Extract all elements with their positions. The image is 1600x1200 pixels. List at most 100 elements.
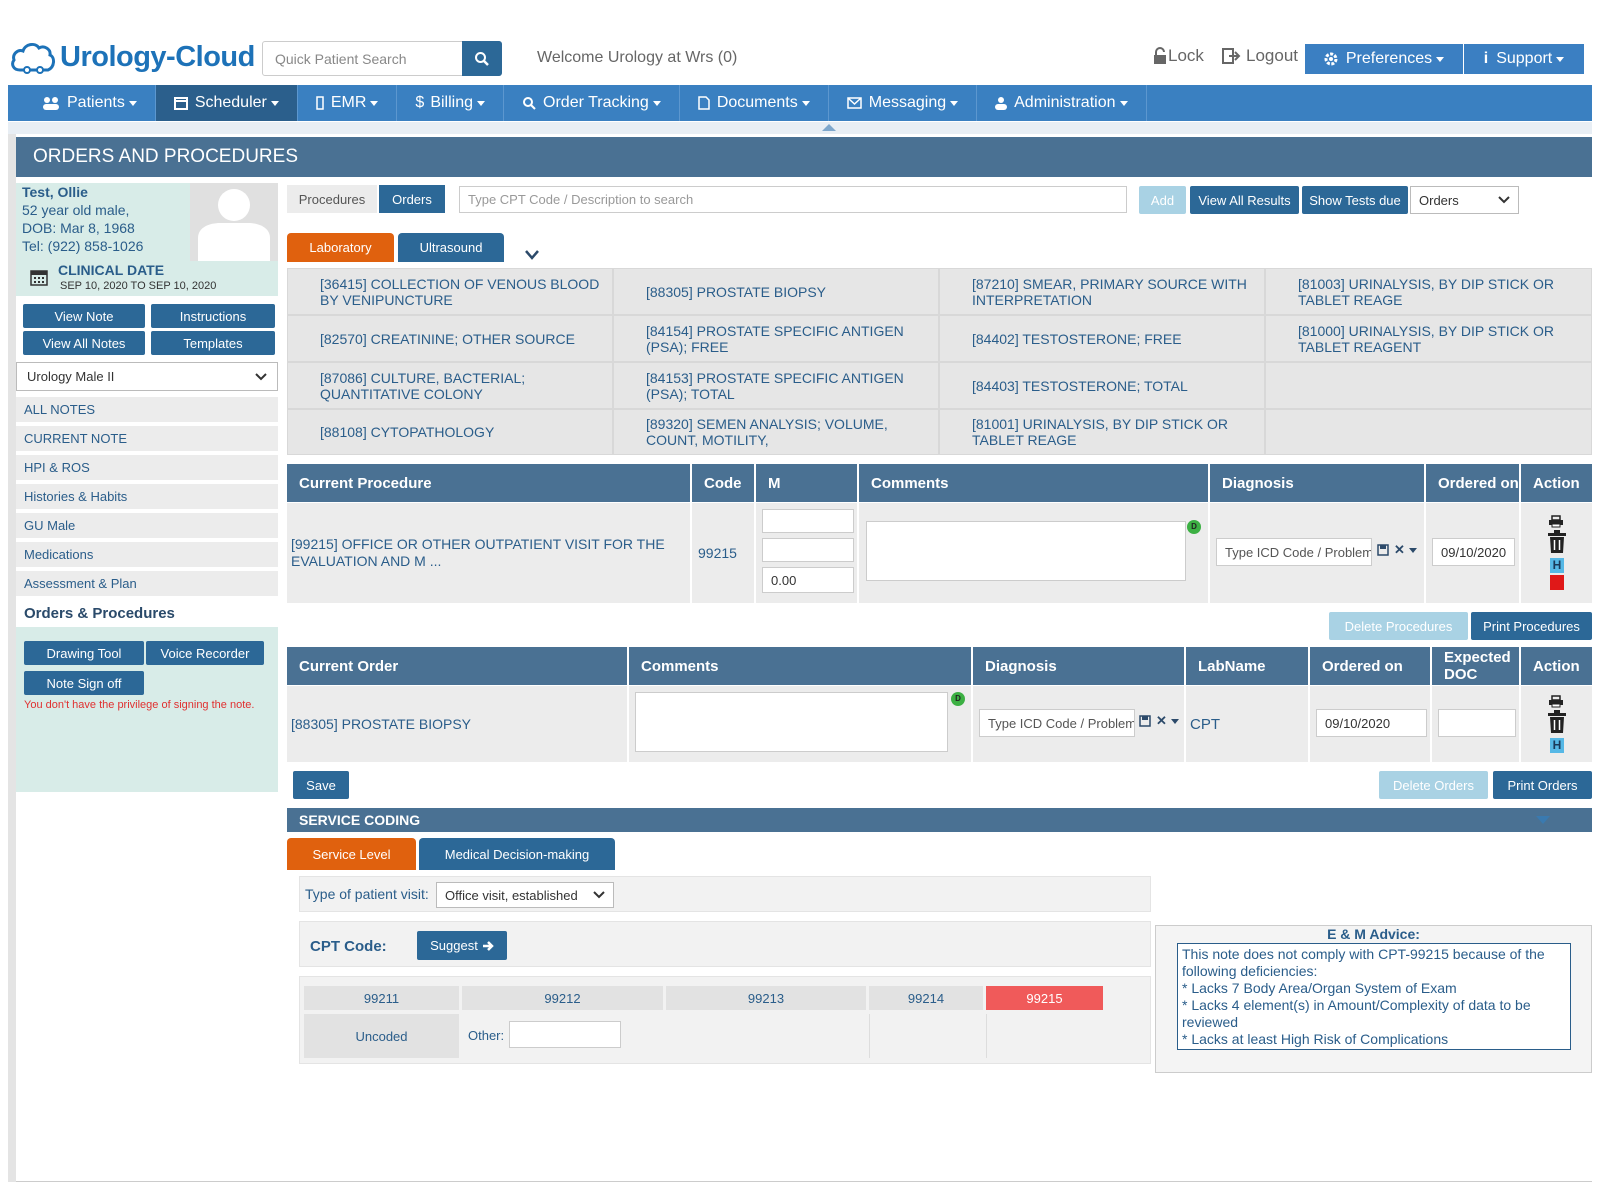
cpt-search-input[interactable]: [459, 186, 1127, 213]
more-tabs-chevron[interactable]: [525, 247, 539, 265]
left-nav-assessment-plan[interactable]: Assessment & Plan: [16, 571, 278, 596]
clear-icon[interactable]: ✕: [1394, 542, 1405, 558]
service-coding-header[interactable]: SERVICE CODING: [287, 808, 1592, 832]
lab-item[interactable]: [89320] SEMEN ANALYSIS; VOLUME, COUNT, M…: [614, 410, 938, 454]
cpt-code-99212[interactable]: 99212: [462, 986, 663, 1010]
left-nav-current-note[interactable]: CURRENT NOTE: [16, 426, 278, 451]
lab-item[interactable]: [84153] PROSTATE SPECIFIC ANTIGEN (PSA);…: [614, 363, 938, 408]
collapse-icon[interactable]: [1536, 816, 1550, 824]
order-ordered-on-input[interactable]: 09/10/2020: [1316, 709, 1427, 737]
view-all-notes-button[interactable]: View All Notes: [23, 331, 145, 355]
lab-item[interactable]: [82570] CREATININE; OTHER SOURCE: [288, 316, 612, 361]
search-button[interactable]: [462, 41, 502, 76]
show-tests-due-button[interactable]: Show Tests due: [1302, 186, 1408, 214]
template-select[interactable]: Urology Male II: [16, 362, 278, 391]
cpt-code-99215-selected[interactable]: 99215: [986, 986, 1103, 1010]
note-sign-off-button[interactable]: Note Sign off: [24, 671, 144, 695]
nav-emr[interactable]: EMR: [298, 85, 398, 121]
app-logo[interactable]: Urology-Cloud: [10, 36, 255, 78]
cpt-code-99211[interactable]: 99211: [304, 986, 459, 1010]
modifier-input-1[interactable]: [762, 509, 854, 533]
modifier-input-3[interactable]: 0.00: [762, 567, 854, 593]
history-badge[interactable]: H: [1550, 558, 1564, 573]
procedure-name-link[interactable]: [99215] OFFICE OR OTHER OUTPATIENT VISIT…: [291, 536, 690, 570]
nav-patients[interactable]: Patients: [8, 85, 156, 121]
procedure-diagnosis-input[interactable]: Type ICD Code / Problem: [1216, 538, 1372, 566]
instructions-button[interactable]: Instructions: [151, 304, 275, 328]
trash-icon[interactable]: [1547, 710, 1567, 739]
nav-scheduler[interactable]: Scheduler: [155, 85, 298, 121]
collapse-nav-toggle[interactable]: [822, 124, 836, 131]
lab-item[interactable]: [87210] SMEAR, PRIMARY SOURCE WITH INTER…: [940, 269, 1264, 314]
nav-billing[interactable]: $ Billing: [397, 85, 505, 121]
order-name-link[interactable]: [88305] PROSTATE BIOPSY: [291, 716, 471, 733]
lab-item[interactable]: [84402] TESTOSTERONE; FREE: [940, 316, 1264, 361]
cpt-code-99214[interactable]: 99214: [869, 986, 983, 1010]
save-icon[interactable]: [1139, 715, 1151, 727]
tab-procedures[interactable]: Procedures: [287, 185, 377, 213]
lab-item[interactable]: [84403] TESTOSTERONE; TOTAL: [940, 363, 1264, 408]
lab-item[interactable]: [36415] COLLECTION OF VENOUS BLOOD BY VE…: [288, 269, 612, 314]
visit-type-select[interactable]: Office visit, established: [436, 882, 614, 908]
procedure-ordered-on-input[interactable]: 09/10/2020: [1432, 538, 1515, 566]
view-note-button[interactable]: View Note: [23, 304, 145, 328]
delete-orders-button[interactable]: Delete Orders: [1379, 771, 1488, 799]
print-orders-button[interactable]: Print Orders: [1493, 771, 1592, 799]
nav-administration[interactable]: Administration: [977, 85, 1147, 121]
print-procedures-button[interactable]: Print Procedures: [1471, 612, 1592, 640]
cpt-code-99213[interactable]: 99213: [666, 986, 866, 1010]
lab-item[interactable]: [88305] PROSTATE BIOPSY: [614, 269, 938, 314]
view-all-results-button[interactable]: View All Results: [1190, 186, 1299, 214]
tab-medical-decision-making[interactable]: Medical Decision-making: [419, 838, 615, 870]
left-nav-medications[interactable]: Medications: [16, 542, 278, 567]
voice-recorder-button[interactable]: Voice Recorder: [146, 641, 264, 665]
nav-messaging[interactable]: Messaging: [829, 85, 978, 121]
tab-service-level[interactable]: Service Level: [287, 838, 416, 870]
dictation-badge-icon[interactable]: D: [1187, 520, 1201, 534]
order-diagnosis-actions: ✕: [1139, 713, 1179, 729]
clear-icon[interactable]: ✕: [1156, 713, 1167, 729]
alert-flag[interactable]: [1550, 575, 1564, 590]
lab-item[interactable]: [88108] CYTOPATHOLOGY: [288, 410, 612, 454]
uncoded-option[interactable]: Uncoded: [304, 1014, 459, 1058]
other-code-input[interactable]: [509, 1021, 621, 1048]
save-icon[interactable]: [1377, 544, 1389, 556]
nav-order-tracking[interactable]: Order Tracking: [504, 85, 680, 121]
lab-item[interactable]: [84154] PROSTATE SPECIFIC ANTIGEN (PSA);…: [614, 316, 938, 361]
modifier-input-2[interactable]: [762, 538, 854, 562]
lock-link[interactable]: Lock: [1152, 46, 1204, 66]
left-nav-gu-male[interactable]: GU Male: [16, 513, 278, 538]
delete-procedures-button[interactable]: Delete Procedures: [1329, 612, 1468, 640]
add-button[interactable]: Add: [1139, 186, 1186, 214]
nav-documents[interactable]: Documents: [680, 85, 829, 121]
procedure-comments-textarea[interactable]: [866, 521, 1186, 581]
orders-select[interactable]: Orders: [1410, 186, 1519, 214]
left-nav-orders-procedures[interactable]: Orders & Procedures: [16, 599, 278, 627]
chevron-down-icon[interactable]: [1170, 718, 1179, 724]
tab-laboratory[interactable]: Laboratory: [287, 233, 394, 262]
templates-button[interactable]: Templates: [151, 331, 275, 355]
support-menu[interactable]: i Support: [1464, 44, 1584, 74]
order-comments-textarea[interactable]: [635, 692, 948, 752]
suggest-button[interactable]: Suggest: [417, 931, 507, 960]
left-nav-hpi-ros[interactable]: HPI & ROS: [16, 455, 278, 480]
chevron-down-icon[interactable]: [1408, 547, 1417, 553]
expected-doc-input[interactable]: [1438, 709, 1516, 737]
order-diagnosis-input[interactable]: Type ICD Code / Problem: [979, 709, 1135, 737]
preferences-menu[interactable]: Preferences: [1305, 44, 1463, 74]
lab-item[interactable]: [81003] URINALYSIS, BY DIP STICK OR TABL…: [1266, 269, 1591, 314]
logout-link[interactable]: Logout: [1222, 46, 1298, 66]
lab-item[interactable]: [81000] URINALYSIS, BY DIP STICK OR TABL…: [1266, 316, 1591, 361]
patient-name[interactable]: Test, Ollie: [22, 184, 88, 200]
tab-orders[interactable]: Orders: [379, 185, 445, 213]
save-button[interactable]: Save: [293, 771, 349, 799]
left-nav-histories-habits[interactable]: Histories & Habits: [16, 484, 278, 509]
dictation-badge-icon[interactable]: D: [951, 692, 965, 706]
left-nav-all-notes[interactable]: ALL NOTES: [16, 397, 278, 422]
trash-icon[interactable]: [1547, 530, 1567, 559]
history-badge[interactable]: H: [1550, 738, 1564, 753]
tab-ultrasound[interactable]: Ultrasound: [398, 233, 504, 262]
drawing-tool-button[interactable]: Drawing Tool: [24, 641, 144, 665]
lab-item[interactable]: [87086] CULTURE, BACTERIAL; QUANTITATIVE…: [288, 363, 612, 408]
lab-item[interactable]: [81001] URINALYSIS, BY DIP STICK OR TABL…: [940, 410, 1264, 454]
